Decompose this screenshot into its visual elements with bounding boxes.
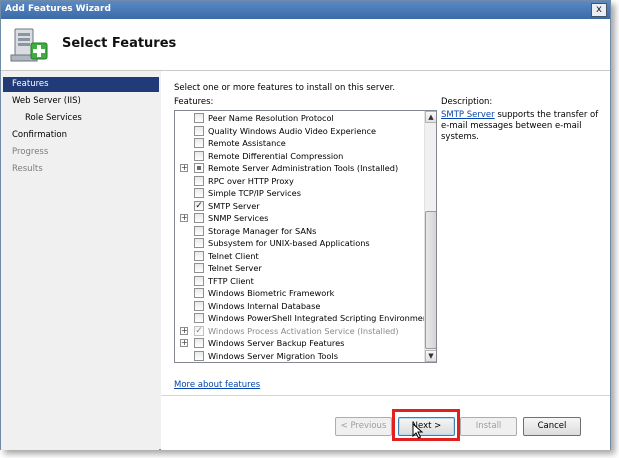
nav-item-web-server[interactable]: Web Server (IIS) bbox=[3, 94, 159, 109]
feature-checkbox[interactable] bbox=[194, 113, 204, 123]
feature-checkbox[interactable] bbox=[194, 150, 204, 161]
description-text: SMTP Server supports the transfer of e-m… bbox=[441, 110, 606, 143]
feature-row[interactable]: SMTP Server bbox=[175, 200, 424, 213]
nav-item-results: Results bbox=[12, 164, 43, 174]
feature-label: Windows PowerShell Integrated Scripting … bbox=[208, 313, 424, 323]
feature-checkbox[interactable] bbox=[194, 338, 204, 348]
feature-label: Peer Name Resolution Protocol bbox=[208, 113, 334, 123]
feature-label: Windows Biometric Framework bbox=[208, 288, 335, 298]
window-title: Add Features Wizard bbox=[5, 4, 111, 14]
feature-label: Subsystem for UNIX-based Applications bbox=[208, 238, 370, 248]
feature-row[interactable]: Simple TCP/IP Services bbox=[175, 187, 424, 200]
wizard-nav: Features Web Server (IIS) Role Services … bbox=[1, 71, 159, 450]
description-feature-link[interactable]: SMTP Server bbox=[441, 110, 495, 120]
feature-row[interactable]: TFTP Client bbox=[175, 275, 424, 288]
feature-row[interactable]: Windows Server Migration Tools bbox=[175, 350, 424, 363]
feature-checkbox[interactable] bbox=[194, 263, 204, 273]
feature-label: Windows Process Activation Service (Inst… bbox=[208, 325, 399, 336]
feature-label: Windows Server Migration Tools bbox=[208, 350, 338, 361]
feature-row: + Windows Process Activation Service (Ins… bbox=[175, 325, 424, 338]
feature-row[interactable]: RPC over HTTP Proxy bbox=[175, 175, 424, 188]
feature-checkbox[interactable] bbox=[194, 138, 204, 148]
install-button: Install bbox=[460, 417, 517, 436]
close-button[interactable]: x bbox=[591, 3, 607, 17]
nav-item-role-services[interactable]: Role Services bbox=[3, 111, 159, 126]
scroll-thumb[interactable] bbox=[425, 211, 436, 349]
footer-separator bbox=[161, 395, 610, 396]
feature-label: Telnet Client bbox=[208, 250, 259, 261]
feature-label: Remote Differential Compression bbox=[208, 150, 344, 161]
feature-checkbox[interactable] bbox=[194, 125, 204, 136]
instruction-text: Select one or more features to install o… bbox=[174, 83, 396, 93]
feature-label: SNMP Services bbox=[208, 213, 269, 223]
next-button[interactable]: Next > bbox=[398, 417, 455, 436]
feature-label: SMTP Server bbox=[208, 200, 260, 211]
feature-checkbox[interactable] bbox=[194, 275, 204, 286]
feature-checkbox[interactable] bbox=[194, 163, 204, 173]
expand-icon[interactable]: + bbox=[180, 214, 188, 222]
feature-label: Windows Server Backup Features bbox=[208, 338, 345, 348]
features-list[interactable]: Peer Name Resolution Protocol Quality Win… bbox=[174, 110, 437, 363]
server-features-icon bbox=[10, 28, 48, 62]
feature-row[interactable]: Windows Biometric Framework bbox=[175, 287, 424, 300]
feature-checkbox[interactable] bbox=[194, 250, 204, 261]
feature-label: Telnet Server bbox=[208, 263, 262, 273]
expand-icon[interactable]: + bbox=[180, 164, 188, 172]
scroll-up-button[interactable]: ▲ bbox=[425, 111, 436, 123]
description-label: Description: bbox=[441, 97, 493, 107]
feature-label: Remote Server Administration Tools (Inst… bbox=[208, 163, 399, 173]
feature-checkbox[interactable] bbox=[194, 200, 204, 211]
feature-row[interactable]: Subsystem for UNIX-based Applications bbox=[175, 237, 424, 250]
feature-label: Remote Assistance bbox=[208, 138, 286, 148]
feature-checkbox[interactable] bbox=[194, 288, 204, 298]
content-panel: Select one or more features to install o… bbox=[161, 71, 610, 450]
wizard-window: Add Features Wizard x Select Features Fe… bbox=[0, 0, 611, 450]
feature-checkbox[interactable] bbox=[194, 313, 204, 323]
expand-icon[interactable]: + bbox=[180, 339, 188, 347]
feature-checkbox[interactable] bbox=[194, 350, 204, 361]
feature-label: TFTP Client bbox=[208, 275, 254, 286]
feature-checkbox bbox=[194, 325, 204, 336]
nav-item-progress: Progress bbox=[12, 147, 49, 157]
cancel-button[interactable]: Cancel bbox=[523, 417, 581, 436]
feature-label: Simple TCP/IP Services bbox=[208, 188, 301, 198]
previous-button: < Previous bbox=[335, 417, 392, 436]
feature-label: RPC over HTTP Proxy bbox=[208, 175, 294, 186]
feature-checkbox[interactable] bbox=[194, 238, 204, 248]
page-title: Select Features bbox=[62, 36, 177, 51]
feature-row[interactable]: Peer Name Resolution Protocol bbox=[175, 112, 424, 125]
feature-checkbox[interactable] bbox=[194, 300, 204, 311]
feature-row[interactable]: + SNMP Services bbox=[175, 212, 424, 225]
features-scrollbar[interactable]: ▲ ▼ bbox=[424, 111, 436, 362]
mouse-cursor-icon bbox=[412, 423, 424, 439]
feature-row[interactable]: Telnet Client bbox=[175, 250, 424, 263]
scroll-down-button[interactable]: ▼ bbox=[425, 350, 436, 362]
feature-row[interactable]: Storage Manager for SANs bbox=[175, 225, 424, 238]
features-list-items: Peer Name Resolution Protocol Quality Win… bbox=[175, 111, 424, 362]
feature-row[interactable]: Quality Windows Audio Video Experience bbox=[175, 125, 424, 138]
feature-row[interactable]: + Windows Server Backup Features bbox=[175, 337, 424, 350]
feature-checkbox[interactable] bbox=[194, 175, 204, 186]
feature-row[interactable]: Telnet Server bbox=[175, 262, 424, 275]
feature-label: Windows Internal Database bbox=[208, 300, 321, 311]
feature-label: Storage Manager for SANs bbox=[208, 225, 317, 236]
wizard-header: Select Features bbox=[1, 19, 610, 71]
feature-checkbox[interactable] bbox=[194, 188, 204, 198]
nav-item-confirmation[interactable]: Confirmation bbox=[3, 128, 159, 143]
expand-icon[interactable]: + bbox=[180, 326, 188, 335]
feature-row[interactable]: + Remote Server Administration Tools (Ins… bbox=[175, 162, 424, 175]
feature-row[interactable]: Windows PowerShell Integrated Scripting … bbox=[175, 312, 424, 325]
feature-row[interactable]: Windows Internal Database bbox=[175, 300, 424, 313]
more-about-features-link[interactable]: More about features bbox=[174, 380, 260, 390]
feature-row[interactable]: Remote Assistance bbox=[175, 137, 424, 150]
feature-label: Quality Windows Audio Video Experience bbox=[208, 125, 377, 136]
title-bar[interactable]: Add Features Wizard x bbox=[1, 1, 610, 19]
features-label: Features: bbox=[174, 97, 214, 107]
feature-checkbox[interactable] bbox=[194, 213, 204, 223]
feature-row[interactable]: Remote Differential Compression bbox=[175, 150, 424, 163]
nav-item-features[interactable]: Features bbox=[3, 77, 159, 92]
feature-checkbox[interactable] bbox=[194, 225, 204, 236]
